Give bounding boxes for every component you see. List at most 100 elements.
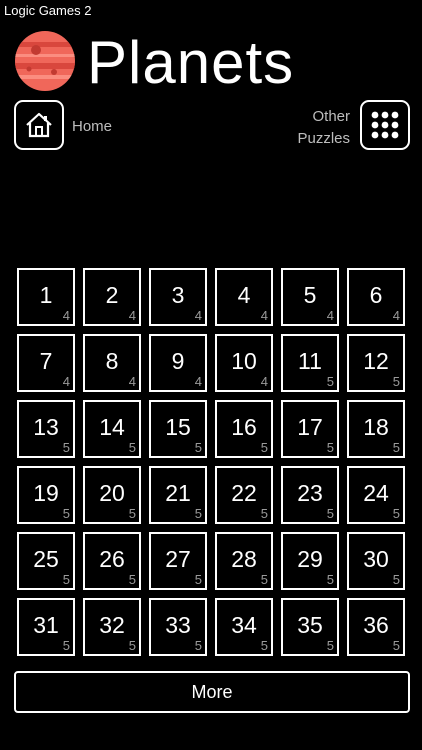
level-size: 5 (128, 638, 136, 653)
level-button[interactable]: 36 5 (347, 598, 405, 656)
level-button[interactable]: 84 (83, 334, 141, 392)
other-puzzles-label[interactable]: Other Puzzles (297, 106, 350, 150)
level-button[interactable]: 29 5 (281, 532, 339, 590)
level-size: 5 (392, 374, 400, 389)
level-size: 5 (128, 440, 136, 455)
level-button[interactable]: 34 (149, 268, 207, 326)
level-number: 18 (363, 414, 389, 440)
level-number: 25 (33, 546, 59, 572)
level-button[interactable]: 32 5 (83, 598, 141, 656)
page-title: Planets (87, 29, 295, 96)
level-number: 32 (99, 612, 125, 638)
level-number: 9 (171, 348, 185, 374)
house-icon (26, 112, 52, 138)
level-button[interactable]: 33 5 (149, 598, 207, 656)
level-size: 5 (392, 506, 400, 521)
level-number: 16 (231, 414, 257, 440)
level-size: 4 (260, 374, 268, 389)
level-number: 26 (99, 546, 125, 572)
level-size: 5 (392, 638, 400, 653)
level-button[interactable]: 26 5 (83, 532, 141, 590)
level-button[interactable]: 22 5 (215, 466, 273, 524)
level-size: 5 (260, 638, 268, 653)
level-button[interactable]: 34 5 (215, 598, 273, 656)
level-button[interactable]: 25 5 (17, 532, 75, 590)
level-size: 4 (392, 308, 400, 323)
level-number: 13 (33, 414, 59, 440)
level-button[interactable]: 24 (83, 268, 141, 326)
level-button[interactable]: 20 5 (83, 466, 141, 524)
level-size: 5 (326, 374, 334, 389)
level-size: 4 (62, 374, 70, 389)
level-button[interactable]: 23 5 (281, 466, 339, 524)
home-button[interactable] (14, 100, 64, 150)
level-number: 28 (231, 546, 257, 572)
level-size: 5 (62, 440, 70, 455)
level-button[interactable]: 14 (17, 268, 75, 326)
level-size: 5 (392, 440, 400, 455)
level-button[interactable]: 64 (347, 268, 405, 326)
other-puzzles-label-line2: Puzzles (297, 130, 350, 147)
planet-icon (15, 31, 75, 91)
level-size: 4 (62, 308, 70, 323)
level-button[interactable]: 18 5 (347, 400, 405, 458)
level-size: 5 (326, 572, 334, 587)
level-number: 8 (105, 348, 119, 374)
level-number: 21 (165, 480, 191, 506)
level-number: 15 (165, 414, 191, 440)
level-number: 34 (231, 612, 257, 638)
level-size: 4 (194, 374, 202, 389)
level-size: 5 (326, 506, 334, 521)
level-button[interactable]: 21 5 (149, 466, 207, 524)
level-button[interactable]: 74 (17, 334, 75, 392)
level-number: 31 (33, 612, 59, 638)
level-button[interactable]: 11 5 (281, 334, 339, 392)
level-button[interactable]: 10 4 (215, 334, 273, 392)
level-button[interactable]: 31 5 (17, 598, 75, 656)
level-number: 6 (369, 282, 383, 308)
level-button[interactable]: 19 5 (17, 466, 75, 524)
level-button[interactable]: 28 5 (215, 532, 273, 590)
level-button[interactable]: 44 (215, 268, 273, 326)
level-size: 5 (260, 440, 268, 455)
level-number: 27 (165, 546, 191, 572)
status-bar-app-name: Logic Games 2 (4, 3, 92, 18)
level-number: 29 (297, 546, 323, 572)
level-button[interactable]: 14 5 (83, 400, 141, 458)
level-number: 23 (297, 480, 323, 506)
level-number: 2 (105, 282, 119, 308)
level-button[interactable]: 94 (149, 334, 207, 392)
other-puzzles-button[interactable] (360, 100, 410, 150)
level-button[interactable]: 16 5 (215, 400, 273, 458)
level-size: 5 (194, 572, 202, 587)
level-button[interactable]: 12 5 (347, 334, 405, 392)
level-button[interactable]: 17 5 (281, 400, 339, 458)
level-number: 20 (99, 480, 125, 506)
level-size: 4 (326, 308, 334, 323)
level-number: 30 (363, 546, 389, 572)
more-button[interactable]: More (14, 671, 410, 713)
level-number: 11 (298, 348, 322, 374)
level-size: 5 (62, 506, 70, 521)
level-size: 5 (326, 440, 334, 455)
level-button[interactable]: 24 5 (347, 466, 405, 524)
level-button[interactable]: 13 5 (17, 400, 75, 458)
level-button[interactable]: 35 5 (281, 598, 339, 656)
level-button[interactable]: 15 5 (149, 400, 207, 458)
level-size: 5 (392, 572, 400, 587)
level-size: 5 (260, 506, 268, 521)
level-button[interactable]: 54 (281, 268, 339, 326)
level-size: 5 (326, 638, 334, 653)
level-size: 5 (62, 572, 70, 587)
level-number: 12 (363, 348, 389, 374)
home-label[interactable]: Home (72, 118, 112, 135)
level-number: 24 (363, 480, 389, 506)
level-button[interactable]: 30 5 (347, 532, 405, 590)
level-button[interactable]: 27 5 (149, 532, 207, 590)
level-size: 4 (128, 374, 136, 389)
level-size: 5 (62, 638, 70, 653)
level-size: 4 (260, 308, 268, 323)
level-size: 5 (260, 572, 268, 587)
level-size: 5 (128, 506, 136, 521)
level-size: 5 (194, 638, 202, 653)
